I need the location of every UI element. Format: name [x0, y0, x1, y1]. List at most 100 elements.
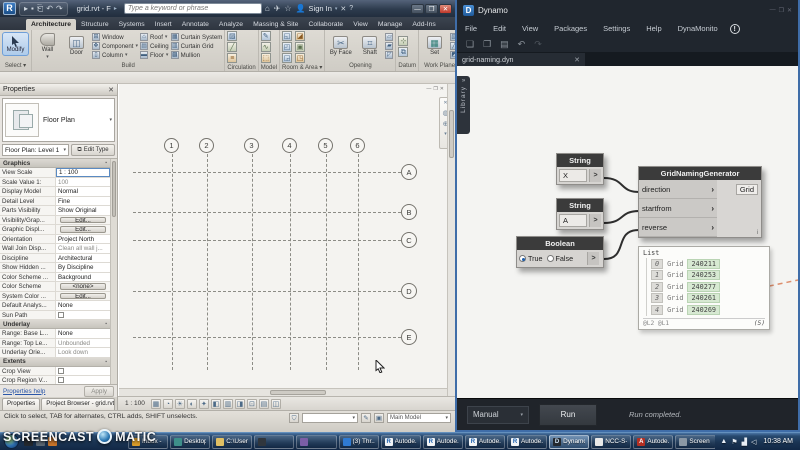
ramp-icon[interactable]: ╱: [227, 42, 238, 52]
taskbar-button-autode-7[interactable]: RAutode...: [422, 434, 463, 449]
tab-close-icon[interactable]: ✕: [574, 56, 580, 64]
tag-area-icon[interactable]: ◳: [295, 53, 306, 63]
shadows-icon[interactable]: ◐: [186, 398, 197, 409]
area-boundary-icon[interactable]: ◲: [282, 53, 293, 63]
dormer-opening-icon[interactable]: ◸: [385, 51, 394, 59]
reveal-hidden-icon[interactable]: ⊡: [246, 398, 257, 409]
library-tab[interactable]: » Library: [457, 76, 470, 134]
minimize-button[interactable]: —: [411, 3, 424, 14]
property-value-color-scheme[interactable]: <none>: [60, 283, 106, 290]
checkbox-unchecked[interactable]: [58, 367, 64, 374]
room-icon[interactable]: ◱: [282, 31, 293, 41]
volume-icon[interactable]: ◁: [751, 438, 756, 446]
design-options-dropdown[interactable]: Main Model ▾: [387, 413, 451, 423]
grid-bubble-E[interactable]: E: [401, 329, 417, 345]
property-group-graphics[interactable]: Graphics ▪: [0, 159, 110, 168]
horizontal-scrollbar[interactable]: [119, 388, 447, 396]
edit-type-button[interactable]: ⧉ Edit Type: [71, 144, 115, 156]
grid-bubble-2[interactable]: 2: [199, 138, 214, 153]
ribbon-tab-massing-site[interactable]: Massing & Site: [248, 19, 303, 30]
ribbon-tab-systems[interactable]: Systems: [114, 19, 150, 30]
model-line-icon[interactable]: ∿: [260, 42, 271, 52]
constraints-icon[interactable]: ◫: [270, 398, 281, 409]
tray-expand-icon[interactable]: ▲: [720, 438, 727, 445]
view-restore-icon[interactable]: ❐: [433, 86, 437, 92]
dynamo-canvas[interactable]: » Library String X > String A > Boolean …: [457, 66, 798, 398]
property-value-graphic-displ[interactable]: Edit...: [60, 226, 106, 233]
dynamo-close-icon[interactable]: ✕: [787, 7, 792, 14]
ribbon-tab-structure[interactable]: Structure: [76, 19, 114, 30]
output-grid[interactable]: Grid: [735, 184, 758, 195]
dynamo-restore-icon[interactable]: ❐: [779, 7, 784, 14]
select-panel-label[interactable]: Select ▾: [0, 62, 31, 71]
wall-button[interactable]: Wall ▾: [34, 32, 61, 60]
checkbox-unchecked[interactable]: [58, 311, 64, 318]
taskbar-button-autode-12[interactable]: AAutode...: [633, 434, 674, 449]
property-value-view-scale[interactable]: 1 : 100: [56, 168, 110, 177]
boolean-node[interactable]: Boolean True False >: [516, 236, 604, 268]
taskbar-button-c-user-2[interactable]: C:\User...: [212, 434, 253, 449]
ceiling-button[interactable]: ▤ Ceiling: [140, 42, 169, 50]
string-a-node[interactable]: String A >: [556, 198, 604, 230]
ribbon-tab-add-ins[interactable]: Add-Ins: [407, 19, 440, 30]
taskbar-button-app1-3[interactable]: [254, 434, 295, 449]
analysis-icon[interactable]: ▤: [258, 398, 269, 409]
wall-opening-icon[interactable]: ▱: [385, 33, 394, 41]
run-button[interactable]: Run: [539, 403, 597, 426]
temporary-hide-icon[interactable]: ◨: [234, 398, 245, 409]
sign-in-button[interactable]: Sign In: [309, 4, 332, 13]
column-button[interactable]: ▯ Column ▾: [92, 51, 138, 59]
menu-settings[interactable]: Settings: [595, 24, 638, 33]
print-icon[interactable]: ⎗: [37, 4, 43, 14]
datum-panel-label[interactable]: Datum: [396, 62, 418, 71]
circulation-panel-label[interactable]: Circulation: [225, 64, 257, 73]
instance-selector[interactable]: Floor Plan: Level 1 ▾: [2, 144, 69, 156]
start-button[interactable]: [4, 434, 19, 449]
favorites-icon[interactable]: ☆: [284, 4, 291, 13]
by-face-button[interactable]: ✂ By Face: [327, 36, 354, 56]
taskbar-button-dynamo-10[interactable]: D Dynamo: [549, 434, 590, 449]
property-value-sun-path[interactable]: [56, 310, 110, 319]
explorer-icon[interactable]: [36, 437, 45, 446]
close-button[interactable]: ✕: [439, 3, 452, 14]
detail-level-icon[interactable]: ◔: [162, 398, 173, 409]
signin-dropdown-icon[interactable]: ▾: [335, 6, 338, 12]
taskbar-button-inbox-0[interactable]: Inbox - ...: [128, 434, 169, 449]
restore-button[interactable]: ❐: [425, 3, 438, 14]
properties-help-link[interactable]: Properties help: [3, 388, 45, 395]
exchange-icon[interactable]: ✕: [340, 5, 346, 13]
modify-button[interactable]: Modify: [2, 32, 29, 56]
ribbon-tab-view[interactable]: View: [348, 19, 373, 30]
taskbar-button-autode-9[interactable]: RAutode...: [506, 434, 548, 449]
clock[interactable]: 10:38 AM: [760, 438, 796, 445]
model-group-icon[interactable]: ⬚: [260, 53, 271, 63]
undo-icon[interactable]: ↶: [46, 4, 53, 14]
open-file-icon[interactable]: ❐: [483, 39, 491, 50]
set-button[interactable]: ▦ Set: [421, 36, 448, 56]
string-a-output-port[interactable]: >: [589, 214, 601, 227]
mullion-button[interactable]: ▩ Mullion: [170, 51, 223, 59]
title-expand-icon[interactable]: ▸: [114, 5, 117, 12]
grid-bubble-B[interactable]: B: [401, 204, 417, 220]
view-scale-button[interactable]: 1 : 100: [122, 399, 148, 408]
properties-scrollbar[interactable]: [110, 159, 117, 384]
ribbon-tab-manage[interactable]: Manage: [373, 19, 408, 30]
level-icon[interactable]: ⊹: [398, 35, 409, 46]
floor-button[interactable]: ▬ Floor ▾: [140, 51, 169, 59]
curtain-grid-button[interactable]: ▥ Curtain Grid: [170, 42, 223, 50]
new-file-icon[interactable]: ❏: [466, 39, 474, 50]
railing-icon[interactable]: ≡: [227, 53, 238, 63]
tab-properties[interactable]: Properties: [2, 398, 41, 410]
type-selector[interactable]: Floor Plan ▾: [2, 98, 115, 142]
string-x-value-input[interactable]: X: [559, 169, 587, 182]
boolean-output-port[interactable]: >: [587, 252, 599, 265]
tag-room-icon[interactable]: ◰: [282, 42, 293, 52]
apply-button[interactable]: Apply: [84, 385, 114, 397]
vertical-scrollbar[interactable]: [447, 84, 455, 396]
revit-app-button[interactable]: R: [3, 2, 16, 15]
roof-button[interactable]: ⌂ Roof ▾: [140, 33, 169, 41]
run-mode-dropdown[interactable]: Manual ▾: [467, 405, 529, 424]
launcher-icon[interactable]: [48, 437, 57, 446]
menu-edit[interactable]: Edit: [485, 24, 514, 33]
string-x-output-port[interactable]: >: [589, 169, 601, 182]
